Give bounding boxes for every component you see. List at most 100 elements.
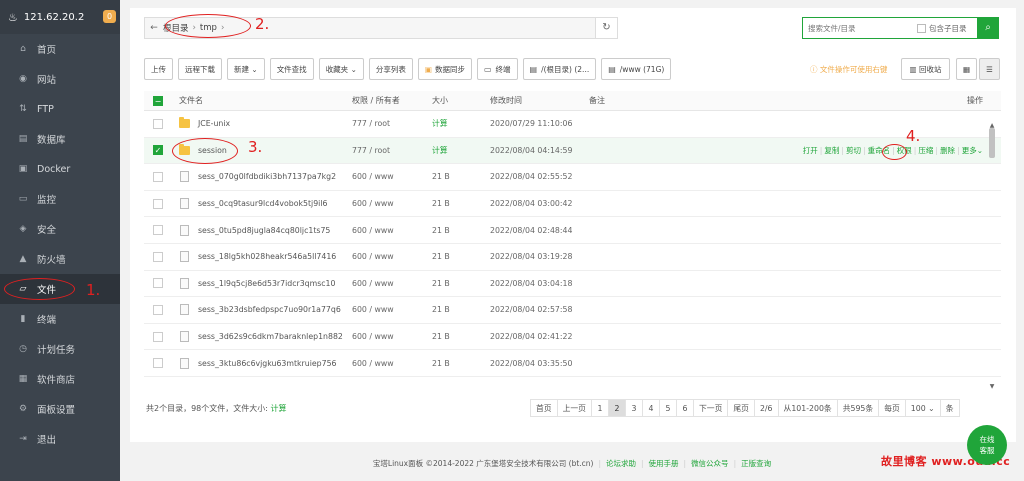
sidebar-item-4[interactable]: ▣ Docker [0, 154, 120, 184]
table-scrollbar[interactable]: ▲ ▼ [988, 122, 996, 390]
table-row[interactable]: sess_070g0lfdbdiki3bh7137pa7kg2 600 / www… [144, 164, 1001, 191]
table-row[interactable]: JCE-unix 777 / root 计算 2020/07/29 11:10:06 [144, 111, 1001, 138]
manual-link[interactable]: 使用手册 [649, 459, 679, 468]
scroll-thumb[interactable] [989, 128, 995, 158]
sidebar-item-1[interactable]: ◉ 网站 [0, 64, 120, 94]
grid-view-button[interactable]: ▦ [956, 58, 977, 80]
scroll-down-icon[interactable]: ▼ [988, 383, 996, 390]
sidebar-item-5[interactable]: ▭ 监控 [0, 184, 120, 214]
file-perm[interactable]: 600 / www [352, 199, 432, 208]
file-perm[interactable]: 600 / www [352, 226, 432, 235]
forum-link[interactable]: 论坛求助 [606, 459, 636, 468]
recycle-bin-button[interactable]: ▥ 回收站 [901, 58, 950, 80]
sidebar-item-10[interactable]: ◷ 计划任务 [0, 334, 120, 364]
sidebar-item-0[interactable]: ⌂ 首页 [0, 34, 120, 64]
page-prev[interactable]: 上一页 [556, 399, 592, 417]
table-row[interactable]: sess_0cq9tasur9lcd4vobok5tj9il6 600 / www… [144, 191, 1001, 218]
row-checkbox[interactable] [153, 171, 163, 182]
page-1[interactable]: 1 [590, 399, 609, 417]
file-perm[interactable]: 600 / www [352, 279, 432, 288]
file-perm[interactable]: 600 / www [352, 359, 432, 368]
disk-www-button[interactable]: ▤/www (71G) [601, 58, 672, 80]
file-name[interactable]: sess_0tu5pd8jugla84cq80ljc1ts75 [198, 226, 330, 235]
calc-size-link[interactable]: 计算 [271, 404, 287, 413]
row-checkbox[interactable] [153, 251, 163, 262]
file-perm[interactable]: 777 / root [352, 146, 432, 155]
file-perm[interactable]: 600 / www [352, 172, 432, 181]
row-checkbox[interactable] [153, 304, 163, 315]
file-name[interactable]: sess_18lg5kh028heakr546a5ll7416 [198, 252, 336, 261]
table-row[interactable]: sess_18lg5kh028heakr546a5ll7416 600 / www… [144, 244, 1001, 271]
file-size[interactable]: 计算 [432, 145, 490, 156]
action-more[interactable]: 更多⌄ [962, 146, 983, 155]
row-checkbox[interactable]: ✓ [153, 145, 163, 156]
table-row[interactable]: sess_3b23dsbfedpspc7uo90r1a77q6 600 / www… [144, 297, 1001, 324]
header-size[interactable]: 大小 [432, 95, 490, 106]
search-icon[interactable]: ⌕ [977, 17, 999, 39]
table-row[interactable]: ✓ session 777 / root 计算 2022/08/04 04:14:59 打… [144, 137, 1001, 165]
action-del[interactable]: 删除 [940, 146, 955, 155]
page-next[interactable]: 下一页 [692, 399, 729, 417]
page-size-select[interactable]: 100 ⌄ [904, 399, 941, 417]
search-input[interactable] [803, 19, 913, 37]
select-all-checkbox[interactable]: − [153, 95, 163, 106]
action-copy[interactable]: 复制 [824, 146, 839, 155]
checkbox-box[interactable] [917, 23, 926, 33]
table-row[interactable]: sess_1l9q5cj8e6d53r7idcr3qmsc10 600 / www… [144, 271, 1001, 298]
sidebar-item-2[interactable]: ⇅ FTP [0, 94, 120, 124]
file-name[interactable]: sess_1l9q5cj8e6d53r7idcr3qmsc10 [198, 279, 335, 288]
action-open[interactable]: 打开 [803, 146, 818, 155]
sidebar-item-13[interactable]: ⇥ 退出 [0, 424, 120, 454]
favorites-button[interactable]: 收藏夹 ⌄ [318, 58, 364, 80]
table-row[interactable]: sess_0tu5pd8jugla84cq80ljc1ts75 600 / www… [144, 217, 1001, 244]
sidebar-item-9[interactable]: ▮ 终端 [0, 304, 120, 334]
auth-link[interactable]: 正版查询 [741, 459, 771, 468]
row-checkbox[interactable] [153, 225, 163, 236]
wechat-link[interactable]: 微信公众号 [691, 459, 729, 468]
file-name[interactable]: JCE-unix [198, 119, 230, 128]
page-6[interactable]: 6 [675, 399, 694, 417]
file-name[interactable]: sess_070g0lfdbdiki3bh7137pa7kg2 [198, 172, 336, 181]
file-name[interactable]: sess_3d62s9c6dkm7baraknlep1n882 [198, 332, 343, 341]
file-search-button[interactable]: 文件查找 [269, 58, 314, 80]
data-sync-button[interactable]: ▣ 数据同步 [417, 58, 472, 80]
page-4[interactable]: 4 [641, 399, 660, 417]
row-checkbox[interactable] [153, 278, 163, 289]
sidebar-item-7[interactable]: ▲ 防火墙 [0, 244, 120, 274]
page-first[interactable]: 首页 [530, 399, 558, 417]
refresh-icon[interactable]: ↻ [595, 18, 617, 38]
file-name[interactable]: sess_0cq9tasur9lcd4vobok5tj9il6 [198, 199, 327, 208]
header-name[interactable]: 文件名 [172, 95, 352, 106]
file-size[interactable]: 计算 [432, 118, 490, 129]
action-cut[interactable]: 剪切 [846, 146, 861, 155]
list-view-button[interactable]: ☰ [979, 58, 1000, 80]
header-time[interactable]: 修改时间 [490, 95, 589, 106]
file-perm[interactable]: 600 / www [352, 305, 432, 314]
row-checkbox[interactable] [153, 198, 163, 209]
row-checkbox[interactable] [153, 118, 163, 129]
file-perm[interactable]: 777 / root [352, 119, 432, 128]
back-arrow-icon[interactable]: ← [145, 23, 163, 33]
new-button[interactable]: 新建 ⌄ [227, 58, 265, 80]
table-row[interactable]: sess_3ktu86c6vjgku63mtkruiep756 600 / www… [144, 350, 1001, 377]
sidebar-item-3[interactable]: ▤ 数据库 [0, 124, 120, 154]
page-3[interactable]: 3 [624, 399, 643, 417]
sidebar-item-11[interactable]: ▦ 软件商店 [0, 364, 120, 394]
share-list-button[interactable]: 分享列表 [368, 58, 413, 80]
sidebar-item-12[interactable]: ⚙ 面板设置 [0, 394, 120, 424]
include-subdir-checkbox[interactable]: 包含子目录 [917, 23, 967, 34]
page-2-current[interactable]: 2 [607, 399, 626, 417]
page-last[interactable]: 尾页 [727, 399, 755, 417]
file-perm[interactable]: 600 / www [352, 252, 432, 261]
online-support-button[interactable]: 在线 客服 [967, 425, 1007, 465]
page-5[interactable]: 5 [658, 399, 677, 417]
notification-badge[interactable]: 0 [103, 10, 116, 23]
terminal-button[interactable]: ▭ 终端 [476, 58, 518, 80]
upload-button[interactable]: 上传 [144, 58, 173, 80]
remote-download-button[interactable]: 远程下载 [178, 58, 222, 80]
file-name[interactable]: sess_3ktu86c6vjgku63mtkruiep756 [198, 359, 337, 368]
action-zip[interactable]: 压缩 [918, 146, 933, 155]
row-checkbox[interactable] [153, 358, 163, 369]
sidebar-item-6[interactable]: ◈ 安全 [0, 214, 120, 244]
row-checkbox[interactable] [153, 331, 163, 342]
